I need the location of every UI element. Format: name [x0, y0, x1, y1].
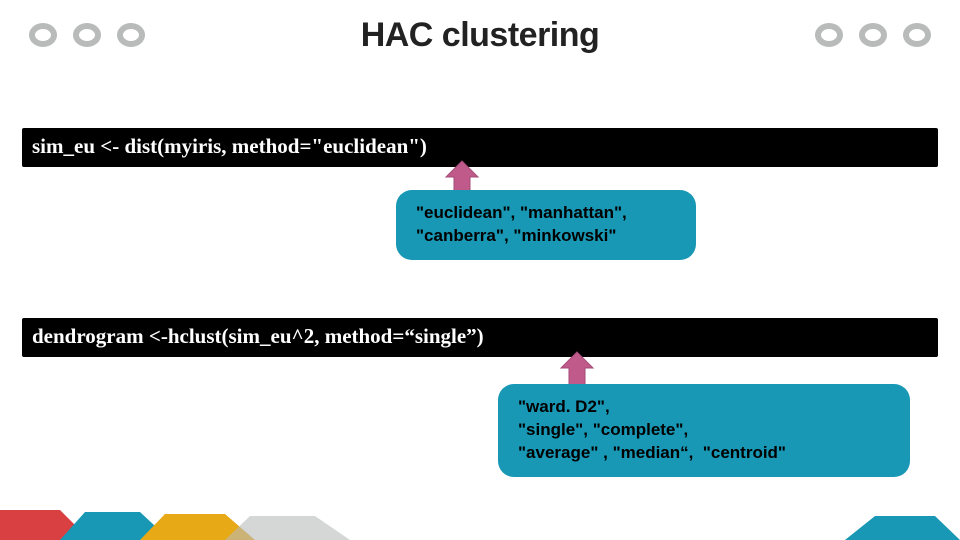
o-icon: [116, 20, 146, 50]
callout-hclust-methods: "ward. D2", "single", "complete", "avera…: [498, 384, 910, 477]
o-icon: [72, 20, 102, 50]
title-row: HAC clustering: [0, 0, 960, 64]
o-icon: [858, 20, 888, 50]
footer-decor: [0, 500, 960, 540]
decor-ooo-left: [28, 20, 146, 50]
o-icon: [28, 20, 58, 50]
o-icon: [814, 20, 844, 50]
slide: HAC clustering sim_eu <- dist(myiris, me…: [0, 0, 960, 540]
decor-ooo-right: [814, 20, 932, 50]
code-line-hclust: dendrogram <-hclust(sim_eu^2, method=“si…: [22, 318, 938, 357]
o-icon: [902, 20, 932, 50]
slide-title: HAC clustering: [361, 16, 600, 55]
callout-dist-methods: "euclidean", "manhattan", "canberra", "m…: [396, 190, 696, 260]
